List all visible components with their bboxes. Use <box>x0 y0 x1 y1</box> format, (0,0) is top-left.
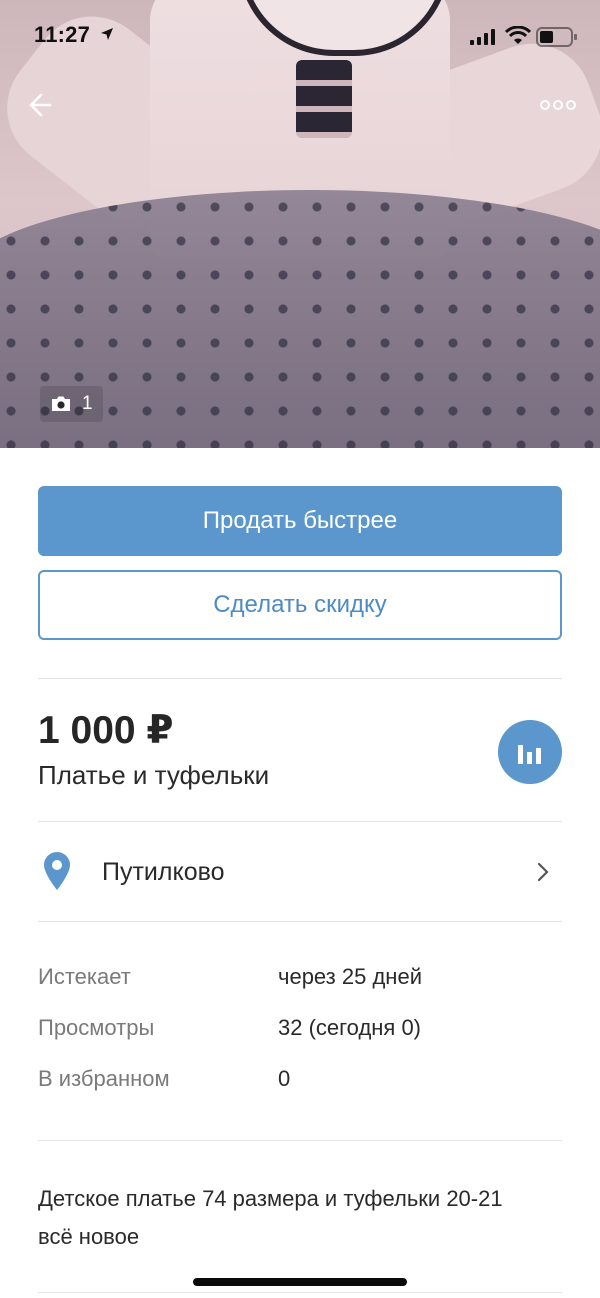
status-bar: 11:27 <box>0 0 600 72</box>
views-value: 32 (сегодня 0) <box>278 1015 422 1040</box>
expires-label: Истекает <box>38 964 131 989</box>
divider <box>38 1140 562 1141</box>
description-line: Детское платье 74 размера и туфельки 20-… <box>38 1186 503 1211</box>
description-line: всё новое <box>38 1224 140 1249</box>
photo-counter: 1 <box>40 386 103 422</box>
camera-icon <box>52 396 70 411</box>
bar-chart-icon <box>518 745 541 764</box>
back-arrow-icon[interactable] <box>26 88 60 122</box>
listing-title: Платье и туфельки <box>38 760 270 790</box>
location-name: Путилково <box>102 858 225 886</box>
divider <box>38 1292 562 1293</box>
location-row[interactable]: Путилково <box>38 822 562 922</box>
favorites-label: В избранном <box>38 1066 170 1091</box>
battery-icon <box>536 27 577 47</box>
favorites-value: 0 <box>278 1066 291 1091</box>
divider <box>38 921 562 922</box>
signal-icon <box>470 29 495 45</box>
listing-description: Детское платье 74 размера и туфельки 20-… <box>38 1180 562 1256</box>
location-arrow-icon <box>101 28 113 40</box>
home-indicator <box>193 1278 407 1286</box>
views-label: Просмотры <box>38 1015 155 1040</box>
listing-price: 1 000 ₽ <box>38 709 174 752</box>
chevron-right-icon <box>537 862 549 882</box>
make-discount-button[interactable]: Сделать скидку <box>38 570 562 640</box>
photo-count-value: 1 <box>82 393 93 414</box>
status-time: 11:27 <box>34 22 91 47</box>
statistics-button[interactable] <box>498 720 562 784</box>
wifi-icon <box>505 26 531 44</box>
more-options-icon[interactable] <box>538 92 578 118</box>
divider <box>38 678 562 679</box>
sell-faster-button[interactable]: Продать быстрее <box>38 486 562 556</box>
location-pin-icon <box>44 852 70 890</box>
expires-value: через 25 дней <box>278 964 422 989</box>
